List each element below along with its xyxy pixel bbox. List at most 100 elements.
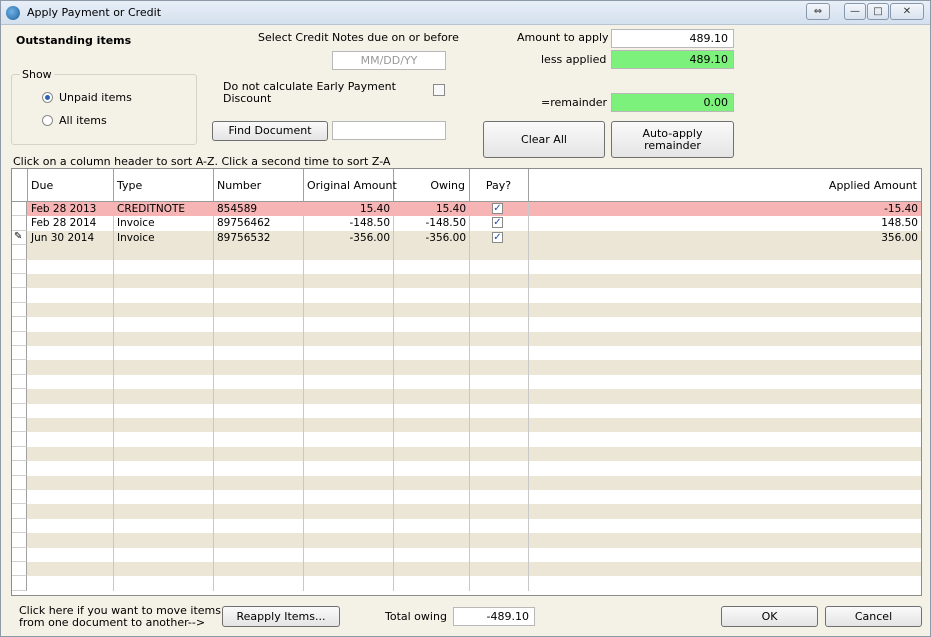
empty-row[interactable] xyxy=(12,446,921,462)
credit-date-input[interactable]: MM/DD/YY xyxy=(332,51,446,70)
cell-applied[interactable] xyxy=(529,375,921,389)
cell-pay[interactable] xyxy=(470,533,529,548)
cell-applied[interactable] xyxy=(529,576,921,590)
row-selector[interactable] xyxy=(12,202,27,217)
empty-row[interactable] xyxy=(12,403,921,418)
row-selector[interactable] xyxy=(12,346,27,361)
find-document-button[interactable]: Find Document xyxy=(212,121,328,141)
row-selector[interactable] xyxy=(12,432,27,447)
row-selector[interactable] xyxy=(12,490,27,505)
empty-row[interactable] xyxy=(12,562,921,577)
cell-pay[interactable] xyxy=(470,374,529,390)
row-selector[interactable] xyxy=(12,317,27,332)
column-header-type[interactable]: Type xyxy=(114,169,214,202)
cell-pay[interactable] xyxy=(470,288,529,303)
close-button[interactable]: ✕ xyxy=(890,3,924,20)
empty-row[interactable] xyxy=(12,346,921,361)
cell-applied[interactable] xyxy=(529,317,921,331)
cell-pay[interactable] xyxy=(470,576,529,591)
cell-applied[interactable]: 356.00 xyxy=(529,231,921,245)
empty-row[interactable] xyxy=(12,245,921,260)
cell-pay[interactable] xyxy=(470,418,529,433)
column-header-owing[interactable]: Owing xyxy=(394,169,470,202)
empty-row[interactable] xyxy=(12,302,921,318)
empty-row[interactable] xyxy=(12,432,921,447)
empty-row[interactable] xyxy=(12,360,921,375)
row-selector[interactable] xyxy=(12,475,27,490)
row-selector[interactable] xyxy=(12,403,27,418)
cell-pay[interactable] xyxy=(470,446,529,462)
empty-row[interactable] xyxy=(12,274,921,289)
cell-pay[interactable] xyxy=(470,490,529,505)
cell-applied[interactable] xyxy=(529,389,921,403)
pay-checkbox[interactable]: ✓ xyxy=(492,203,503,214)
cell-applied[interactable] xyxy=(529,332,921,346)
no-discount-checkbox[interactable] xyxy=(433,84,445,96)
clear-all-button[interactable]: Clear All xyxy=(483,121,605,158)
maximize-button[interactable]: □ xyxy=(867,3,889,20)
empty-row[interactable] xyxy=(12,259,921,274)
cell-pay[interactable]: ✓ xyxy=(470,202,529,217)
cell-pay[interactable] xyxy=(470,547,529,562)
column-header-due[interactable]: Due xyxy=(28,169,114,202)
column-header-pay[interactable]: Pay? xyxy=(470,169,529,202)
row-selector[interactable] xyxy=(12,547,27,562)
cell-applied[interactable] xyxy=(529,303,921,317)
cell-applied[interactable]: 148.50 xyxy=(529,216,921,230)
cell-pay[interactable] xyxy=(470,432,529,447)
cell-pay[interactable] xyxy=(470,562,529,577)
cell-pay[interactable] xyxy=(470,274,529,289)
empty-row[interactable] xyxy=(12,533,921,548)
empty-row[interactable] xyxy=(12,504,921,519)
row-selector[interactable] xyxy=(12,331,27,346)
cell-applied[interactable]: -15.40 xyxy=(529,202,921,216)
cell-applied[interactable] xyxy=(529,533,921,547)
cell-pay[interactable]: ✓ xyxy=(470,230,529,246)
cell-applied[interactable] xyxy=(529,562,921,576)
cell-pay[interactable] xyxy=(470,389,529,404)
row-selector[interactable] xyxy=(12,245,27,260)
row-selector[interactable] xyxy=(12,576,27,591)
row-selector[interactable] xyxy=(12,518,27,534)
empty-row[interactable] xyxy=(12,576,921,591)
row-selector[interactable] xyxy=(12,533,27,548)
row-selector[interactable] xyxy=(12,389,27,404)
radio-unpaid-items[interactable] xyxy=(42,92,53,103)
cell-applied[interactable] xyxy=(529,461,921,475)
row-selector[interactable] xyxy=(12,259,27,274)
cell-applied[interactable] xyxy=(529,548,921,562)
cell-applied[interactable] xyxy=(529,360,921,374)
column-header-applied-amount[interactable]: Applied Amount xyxy=(529,169,921,202)
cell-applied[interactable] xyxy=(529,245,921,259)
cell-applied[interactable] xyxy=(529,346,921,360)
row-selector[interactable]: ✎ xyxy=(12,230,27,246)
cell-applied[interactable] xyxy=(529,490,921,504)
empty-row[interactable] xyxy=(12,317,921,332)
cell-applied[interactable] xyxy=(529,432,921,446)
cell-applied[interactable] xyxy=(529,404,921,418)
table-row[interactable]: ✎ Jun 30 2014 Invoice 89756532 -356.00 -356.0… xyxy=(12,230,921,246)
cell-pay[interactable] xyxy=(470,317,529,332)
auto-apply-button[interactable]: Auto-apply remainder xyxy=(611,121,734,158)
cell-pay[interactable] xyxy=(470,504,529,519)
reapply-items-button[interactable]: Reapply Items... xyxy=(222,606,340,627)
row-selector[interactable] xyxy=(12,562,27,577)
row-selector[interactable] xyxy=(12,418,27,433)
cell-applied[interactable] xyxy=(529,260,921,274)
table-row[interactable]: Feb 28 2013 CREDITNOTE 854589 15.40 15.40 ✓ -1… xyxy=(12,202,921,217)
row-selector[interactable] xyxy=(12,360,27,375)
cell-pay[interactable] xyxy=(470,259,529,274)
row-selector[interactable] xyxy=(12,216,27,231)
cell-pay[interactable] xyxy=(470,518,529,534)
empty-row[interactable] xyxy=(12,547,921,562)
radio-all-items[interactable] xyxy=(42,115,53,126)
empty-row[interactable] xyxy=(12,518,921,534)
cell-applied[interactable] xyxy=(529,418,921,432)
empty-row[interactable] xyxy=(12,461,921,476)
empty-row[interactable] xyxy=(12,490,921,505)
cell-applied[interactable] xyxy=(529,288,921,302)
amount-to-apply-field[interactable]: 489.10 xyxy=(611,29,734,48)
cell-applied[interactable] xyxy=(529,476,921,490)
cell-pay[interactable] xyxy=(470,475,529,490)
cell-applied[interactable] xyxy=(529,519,921,533)
